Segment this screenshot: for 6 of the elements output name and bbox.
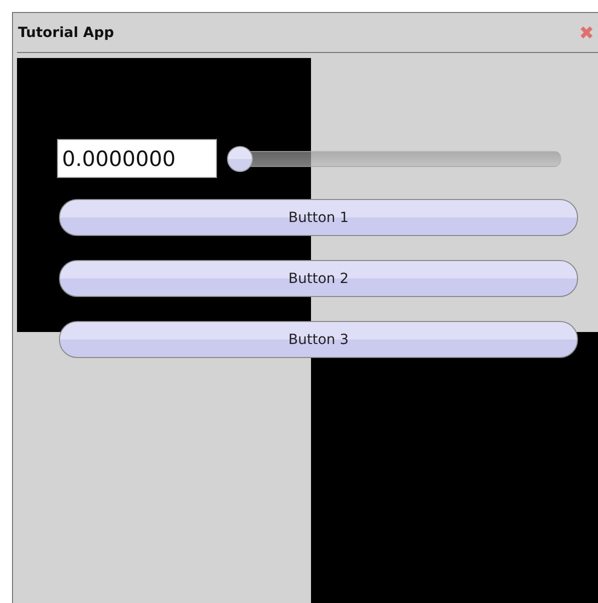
push-button[interactable]: Button 2 xyxy=(59,260,578,297)
push-button[interactable]: Button 1 xyxy=(59,199,578,236)
slider[interactable] xyxy=(227,146,561,172)
window-title: Tutorial App xyxy=(17,24,114,40)
push-button[interactable]: Button 3 xyxy=(59,321,578,358)
number-field[interactable]: 0.0000000 xyxy=(57,139,217,178)
